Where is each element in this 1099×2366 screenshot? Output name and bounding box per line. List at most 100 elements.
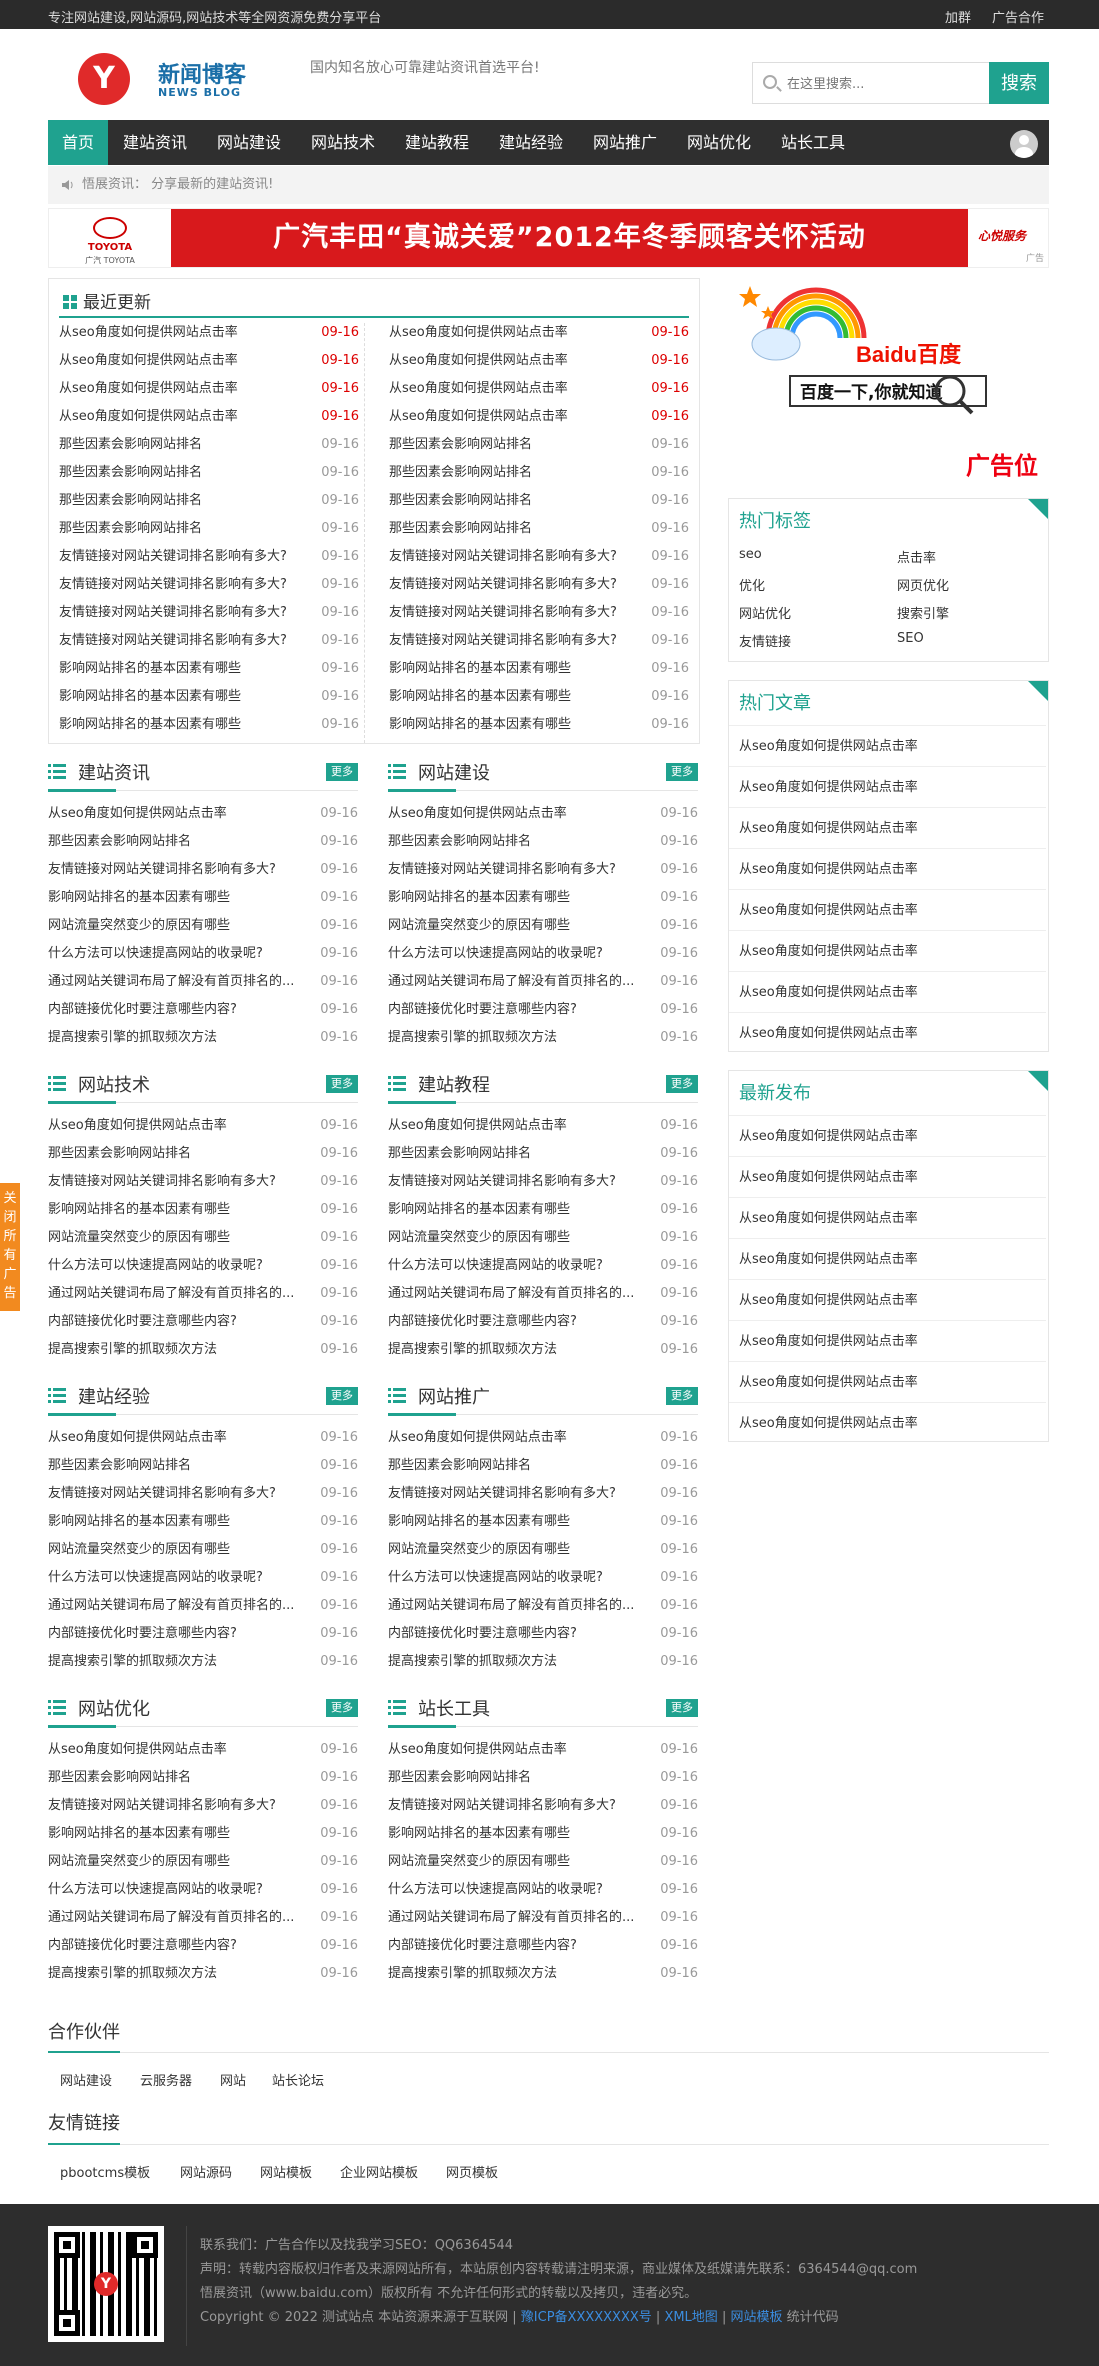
latest-item[interactable]: 影响网站排名的基本因素有哪些 09-16 bbox=[389, 687, 689, 707]
partner-link[interactable]: 云服务器 bbox=[140, 2070, 192, 2089]
category-item[interactable]: 友情链接对网站关键词排名影响有多大? 09-16 bbox=[48, 1796, 358, 1816]
category-item[interactable]: 那些因素会影响网站排名 09-16 bbox=[48, 1144, 358, 1164]
latest-item-title[interactable]: 从seo角度如何提供网站点击率 bbox=[389, 351, 568, 371]
more-button[interactable]: 更多 bbox=[666, 1075, 698, 1093]
icp-link[interactable]: 豫ICP备XXXXXXXX号 bbox=[521, 2310, 652, 2325]
latest-item-title[interactable]: 从seo角度如何提供网站点击率 bbox=[59, 379, 238, 399]
category-item-title[interactable]: 从seo角度如何提供网站点击率 bbox=[388, 1428, 567, 1448]
category-item[interactable]: 内部链接优化时要注意哪些内容? 09-16 bbox=[48, 1624, 358, 1644]
category-item[interactable]: 影响网站排名的基本因素有哪些 09-16 bbox=[48, 1512, 358, 1532]
join-group-link[interactable]: 加群 bbox=[945, 7, 971, 26]
more-button[interactable]: 更多 bbox=[326, 1387, 358, 1405]
category-item-title[interactable]: 内部链接优化时要注意哪些内容? bbox=[388, 1000, 577, 1020]
partner-link[interactable]: 网站建设 bbox=[60, 2070, 112, 2089]
tag-link[interactable]: 网页优化 bbox=[897, 575, 949, 594]
nav-home[interactable]: 首页 bbox=[48, 120, 108, 165]
latest-item-title[interactable]: 那些因素会影响网站排名 bbox=[59, 519, 202, 539]
category-item[interactable]: 从seo角度如何提供网站点击率 09-16 bbox=[388, 1116, 698, 1136]
category-item[interactable]: 内部链接优化时要注意哪些内容? 09-16 bbox=[48, 1312, 358, 1332]
category-item-title[interactable]: 从seo角度如何提供网站点击率 bbox=[388, 1116, 567, 1136]
latest-item[interactable]: 从seo角度如何提供网站点击率 09-16 bbox=[389, 351, 689, 371]
latest-item[interactable]: 从seo角度如何提供网站点击率 09-16 bbox=[59, 351, 359, 371]
category-item[interactable]: 那些因素会影响网站排名 09-16 bbox=[388, 1456, 698, 1476]
category-item-title[interactable]: 网站流量突然变少的原因有哪些 bbox=[388, 916, 570, 936]
latest-item[interactable]: 友情链接对网站关键词排名影响有多大? 09-16 bbox=[59, 631, 359, 651]
latest-item[interactable]: 那些因素会影响网站排名 09-16 bbox=[389, 463, 689, 483]
latest-item-title[interactable]: 那些因素会影响网站排名 bbox=[59, 435, 202, 455]
latest-item[interactable]: 从seo角度如何提供网站点击率 09-16 bbox=[59, 407, 359, 427]
tag-link[interactable]: seo bbox=[739, 547, 762, 562]
sidebar-article-link[interactable]: 从seo角度如何提供网站点击率 bbox=[729, 1320, 1046, 1361]
latest-item[interactable]: 友情链接对网站关键词排名影响有多大? 09-16 bbox=[389, 547, 689, 567]
tag-link[interactable]: SEO bbox=[897, 631, 924, 646]
category-item-title[interactable]: 友情链接对网站关键词排名影响有多大? bbox=[48, 1796, 276, 1816]
latest-item[interactable]: 从seo角度如何提供网站点击率 09-16 bbox=[389, 379, 689, 399]
category-item-title[interactable]: 提高搜索引擎的抓取频次方法 bbox=[388, 1652, 557, 1672]
category-item[interactable]: 提高搜索引擎的抓取频次方法 09-16 bbox=[388, 1964, 698, 1984]
sidebar-article-link[interactable]: 从seo角度如何提供网站点击率 bbox=[729, 1402, 1046, 1443]
category-item[interactable]: 内部链接优化时要注意哪些内容? 09-16 bbox=[388, 1624, 698, 1644]
category-item[interactable]: 从seo角度如何提供网站点击率 09-16 bbox=[48, 1428, 358, 1448]
category-item[interactable]: 通过网站关键词布局了解没有首页排名的... 09-16 bbox=[48, 1596, 358, 1616]
latest-item-title[interactable]: 友情链接对网站关键词排名影响有多大? bbox=[59, 603, 287, 623]
more-button[interactable]: 更多 bbox=[326, 1075, 358, 1093]
latest-item-title[interactable]: 那些因素会影响网站排名 bbox=[59, 463, 202, 483]
category-item[interactable]: 从seo角度如何提供网站点击率 09-16 bbox=[388, 1740, 698, 1760]
category-item-title[interactable]: 通过网站关键词布局了解没有首页排名的... bbox=[48, 1596, 294, 1616]
latest-item[interactable]: 友情链接对网站关键词排名影响有多大? 09-16 bbox=[59, 547, 359, 567]
category-item-title[interactable]: 那些因素会影响网站排名 bbox=[388, 1456, 531, 1476]
category-title[interactable]: 站长工具 bbox=[418, 1695, 490, 1721]
sidebar-article-link[interactable]: 从seo角度如何提供网站点击率 bbox=[729, 1156, 1046, 1197]
search-button[interactable]: 搜索 bbox=[989, 62, 1049, 104]
tag-link[interactable]: 网站优化 bbox=[739, 603, 791, 622]
xml-map-link[interactable]: XML地图 bbox=[664, 2310, 717, 2325]
latest-item-title[interactable]: 友情链接对网站关键词排名影响有多大? bbox=[389, 631, 617, 651]
category-item[interactable]: 内部链接优化时要注意哪些内容? 09-16 bbox=[388, 1000, 698, 1020]
category-item[interactable]: 影响网站排名的基本因素有哪些 09-16 bbox=[388, 1200, 698, 1220]
category-item-title[interactable]: 友情链接对网站关键词排名影响有多大? bbox=[388, 860, 616, 880]
category-item[interactable]: 友情链接对网站关键词排名影响有多大? 09-16 bbox=[388, 1796, 698, 1816]
category-item[interactable]: 提高搜索引擎的抓取频次方法 09-16 bbox=[388, 1028, 698, 1048]
category-item[interactable]: 什么方法可以快速提高网站的收录呢? 09-16 bbox=[388, 1880, 698, 1900]
category-item-title[interactable]: 通过网站关键词布局了解没有首页排名的... bbox=[388, 1284, 634, 1304]
sidebar-article-link[interactable]: 从seo角度如何提供网站点击率 bbox=[729, 1361, 1046, 1402]
category-item[interactable]: 那些因素会影响网站排名 09-16 bbox=[388, 1768, 698, 1788]
category-item-title[interactable]: 网站流量突然变少的原因有哪些 bbox=[388, 1540, 570, 1560]
latest-item[interactable]: 影响网站排名的基本因素有哪些 09-16 bbox=[59, 659, 359, 679]
category-item-title[interactable]: 什么方法可以快速提高网站的收录呢? bbox=[388, 1568, 603, 1588]
category-item-title[interactable]: 从seo角度如何提供网站点击率 bbox=[388, 1740, 567, 1760]
close-ads-button[interactable]: 关闭所有广告 bbox=[0, 1183, 20, 1311]
friend-link[interactable]: 企业网站模板 bbox=[340, 2162, 418, 2181]
sidebar-article-link[interactable]: 从seo角度如何提供网站点击率 bbox=[729, 1197, 1046, 1238]
latest-item[interactable]: 那些因素会影响网站排名 09-16 bbox=[59, 491, 359, 511]
category-item[interactable]: 网站流量突然变少的原因有哪些 09-16 bbox=[388, 1228, 698, 1248]
category-item-title[interactable]: 影响网站排名的基本因素有哪些 bbox=[48, 888, 230, 908]
sidebar-article-link[interactable]: 从seo角度如何提供网站点击率 bbox=[729, 725, 1046, 766]
category-item[interactable]: 提高搜索引擎的抓取频次方法 09-16 bbox=[48, 1340, 358, 1360]
latest-item-title[interactable]: 那些因素会影响网站排名 bbox=[389, 463, 532, 483]
latest-item-title[interactable]: 从seo角度如何提供网站点击率 bbox=[59, 323, 238, 343]
category-item-title[interactable]: 网站流量突然变少的原因有哪些 bbox=[48, 1228, 230, 1248]
partner-link[interactable]: 站长论坛 bbox=[272, 2070, 324, 2089]
nav-promotion[interactable]: 网站推广 bbox=[578, 120, 672, 165]
category-item-title[interactable]: 那些因素会影响网站排名 bbox=[48, 1144, 191, 1164]
category-item[interactable]: 通过网站关键词布局了解没有首页排名的... 09-16 bbox=[388, 1284, 698, 1304]
category-item-title[interactable]: 提高搜索引擎的抓取频次方法 bbox=[388, 1964, 557, 1984]
category-item[interactable]: 影响网站排名的基本因素有哪些 09-16 bbox=[388, 1512, 698, 1532]
friend-link[interactable]: 网站模板 bbox=[260, 2162, 312, 2181]
category-item[interactable]: 友情链接对网站关键词排名影响有多大? 09-16 bbox=[388, 1484, 698, 1504]
tag-link[interactable]: 友情链接 bbox=[739, 631, 791, 650]
category-item-title[interactable]: 通过网站关键词布局了解没有首页排名的... bbox=[388, 1908, 634, 1928]
category-item[interactable]: 内部链接优化时要注意哪些内容? 09-16 bbox=[48, 1936, 358, 1956]
latest-item[interactable]: 那些因素会影响网站排名 09-16 bbox=[59, 435, 359, 455]
category-item-title[interactable]: 网站流量突然变少的原因有哪些 bbox=[388, 1852, 570, 1872]
category-title[interactable]: 网站技术 bbox=[78, 1071, 150, 1097]
latest-item[interactable]: 那些因素会影响网站排名 09-16 bbox=[389, 491, 689, 511]
category-item[interactable]: 影响网站排名的基本因素有哪些 09-16 bbox=[48, 1824, 358, 1844]
category-item-title[interactable]: 提高搜索引擎的抓取频次方法 bbox=[48, 1652, 217, 1672]
sidebar-article-link[interactable]: 从seo角度如何提供网站点击率 bbox=[729, 1279, 1046, 1320]
category-item[interactable]: 提高搜索引擎的抓取频次方法 09-16 bbox=[48, 1652, 358, 1672]
latest-item[interactable]: 影响网站排名的基本因素有哪些 09-16 bbox=[389, 715, 689, 735]
category-item-title[interactable]: 友情链接对网站关键词排名影响有多大? bbox=[388, 1484, 616, 1504]
sidebar-article-link[interactable]: 从seo角度如何提供网站点击率 bbox=[729, 807, 1046, 848]
